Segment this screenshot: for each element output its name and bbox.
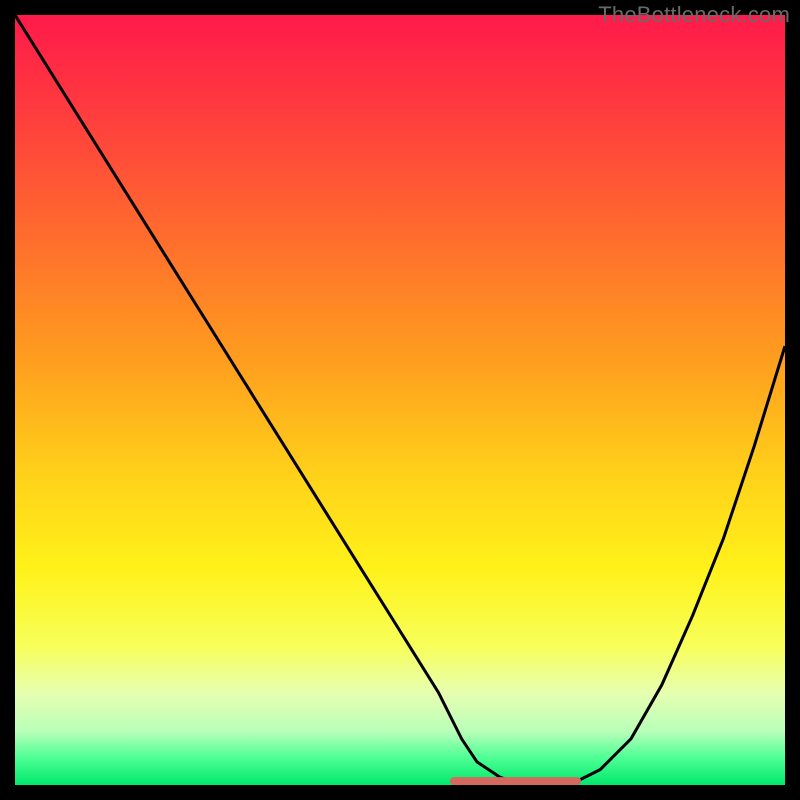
bottleneck-chart	[15, 15, 785, 785]
watermark-label: TheBottleneck.com	[598, 2, 790, 28]
